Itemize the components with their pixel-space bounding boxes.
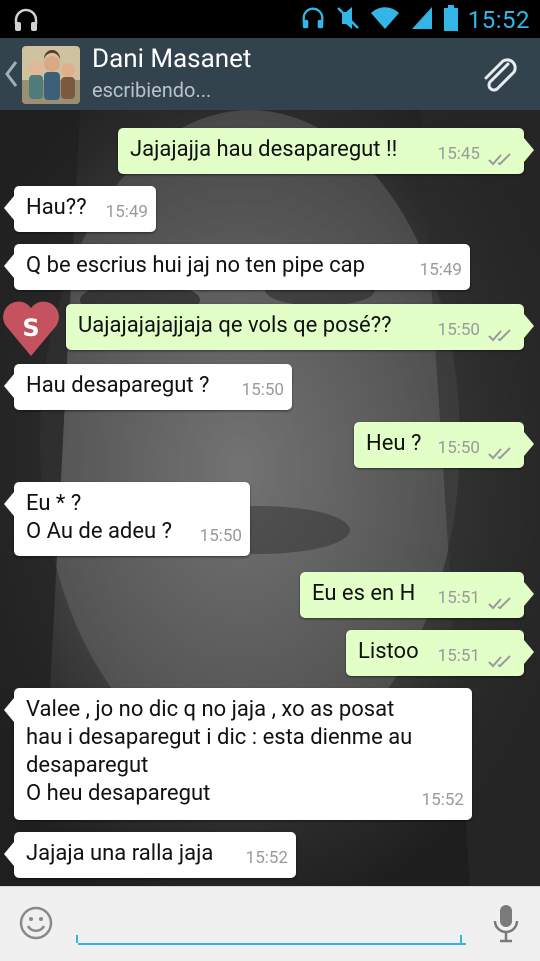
message-time: 15:49 — [419, 260, 462, 280]
message-text: Eu * ? O Au de adeu ? — [26, 491, 172, 544]
message-time: 15:50 — [437, 320, 480, 340]
message-bubble-incoming[interactable]: Eu * ? O Au de adeu ? 15:50 — [4, 482, 250, 556]
message-text: Jajajajja hau desaparegut !! — [130, 137, 398, 162]
message-time: 15:45 — [437, 144, 480, 164]
message-bubble-outgoing[interactable]: Listoo 15:51 — [346, 630, 534, 676]
paperclip-icon[interactable] — [478, 54, 522, 98]
message-bubble-incoming[interactable]: Hau?? 15:49 — [4, 186, 156, 232]
message-bubble-incoming[interactable]: Jajaja una ralla jaja 15:52 — [4, 832, 296, 878]
message-text: Q be escrius hui jaj no ten pipe cap — [26, 253, 365, 278]
double-check-icon — [488, 655, 511, 668]
message-bubble-outgoing[interactable]: Jajajajja hau desaparegut !! 15:45 — [118, 128, 534, 174]
battery-icon — [443, 5, 458, 35]
message-text: Uajajajajajjaja qe vols qe posé?? — [78, 313, 392, 338]
contact-name[interactable]: Dani Masanet — [92, 44, 251, 74]
microphone-icon[interactable] — [492, 903, 520, 945]
message-time: 15:52 — [245, 848, 288, 868]
message-input[interactable] — [78, 903, 466, 945]
clock: 15:52 — [467, 6, 530, 34]
message-time: 15:51 — [437, 588, 480, 608]
double-check-icon — [488, 447, 511, 460]
signal-icon — [410, 5, 434, 35]
conversation-header: Dani Masanet escribiendo... — [0, 38, 540, 112]
compose-bar — [0, 886, 540, 961]
headphones-icon — [12, 6, 40, 38]
back-chevron-icon[interactable] — [4, 58, 18, 90]
message-time: 15:52 — [421, 790, 464, 810]
input-underline-left — [76, 935, 78, 943]
message-bubble-incoming[interactable]: Q be escrius hui jaj no ten pipe cap 15:… — [4, 244, 470, 290]
contact-status: escribiendo... — [92, 78, 212, 102]
mute-icon — [336, 4, 360, 36]
message-text: Listoo — [358, 639, 419, 664]
message-bubble-outgoing[interactable]: Eu es en H 15:51 — [300, 572, 534, 618]
double-check-icon — [488, 329, 511, 342]
status-bar: 15:52 — [0, 0, 540, 38]
heart-watermark-icon: S — [2, 296, 60, 358]
contact-avatar[interactable] — [22, 46, 80, 104]
message-bubble-outgoing[interactable]: Heu ? 15:50 — [354, 422, 534, 468]
message-time: 15:50 — [241, 380, 284, 400]
message-text: Jajaja una ralla jaja — [26, 841, 214, 866]
double-check-icon — [488, 153, 511, 166]
message-bubble-incoming[interactable]: Hau desaparegut ? 15:50 — [4, 364, 292, 410]
svg-text:S: S — [22, 314, 39, 342]
message-text: Eu es en H — [312, 581, 416, 606]
message-time: 15:49 — [105, 202, 148, 222]
message-text: Hau desaparegut ? — [26, 373, 210, 398]
message-text: Heu ? — [366, 431, 422, 456]
headphones-icon — [300, 5, 326, 35]
message-time: 15:50 — [437, 438, 480, 458]
message-text: Valee , jo no dic q no jaja , xo as posa… — [26, 697, 413, 806]
double-check-icon — [488, 597, 511, 610]
message-bubble-outgoing[interactable]: Uajajajajajjaja qe vols qe posé?? 15:50 — [66, 304, 534, 350]
emoji-icon[interactable] — [18, 905, 54, 941]
message-list[interactable]: S Jajajajja hau desaparegut !! 15:45 Hau… — [0, 110, 540, 886]
wifi-icon — [370, 5, 400, 35]
message-bubble-incoming[interactable]: Valee , jo no dic q no jaja , xo as posa… — [4, 688, 472, 820]
message-text: Hau?? — [26, 195, 87, 220]
message-time: 15:50 — [199, 526, 242, 546]
message-time: 15:51 — [437, 646, 480, 666]
input-underline-right — [460, 935, 462, 943]
